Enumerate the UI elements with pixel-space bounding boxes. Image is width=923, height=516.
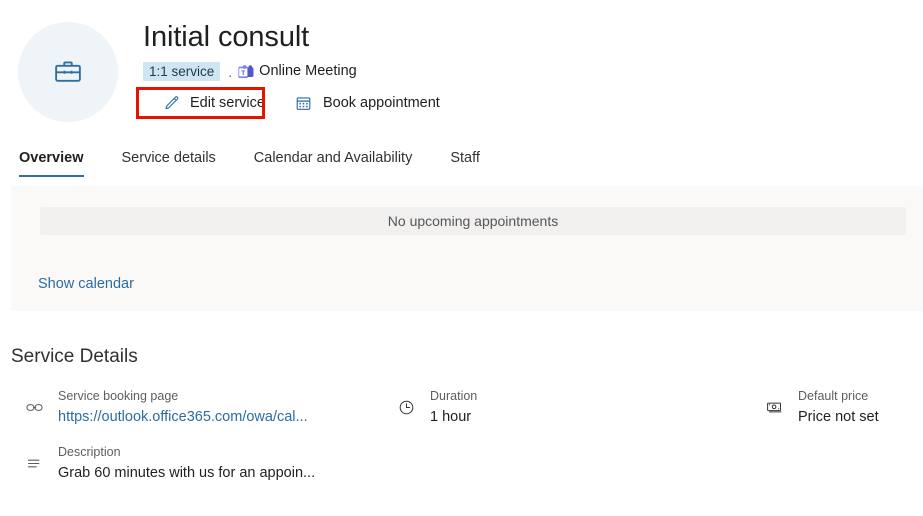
header-actions: Edit service Book appointment <box>143 89 440 117</box>
meta-separator: . <box>228 63 233 80</box>
link-icon <box>22 396 46 418</box>
microsoft-teams-icon: T <box>238 64 254 80</box>
tab-overview-label: Overview <box>19 150 84 166</box>
detail-default-price: Default price Price not set <box>762 388 879 427</box>
svg-text:T: T <box>241 69 245 76</box>
description-value: Grab 60 minutes with us for an appoin... <box>58 465 316 481</box>
tab-staff[interactable]: Staff <box>450 147 480 177</box>
detail-label: Duration <box>430 389 478 403</box>
service-booking-page-link[interactable]: https://outlook.office365.com/owa/cal... <box>58 407 308 427</box>
pencil-icon <box>161 93 181 113</box>
status-badge: 1:1 service <box>143 61 221 81</box>
detail-text: Default price Price not set <box>798 388 879 427</box>
tab-service-details[interactable]: Service details <box>122 147 216 177</box>
edit-service-label: Edit service <box>190 95 265 111</box>
detail-text: Service booking page https://outlook.off… <box>58 388 308 427</box>
detail-label: Default price <box>798 389 869 403</box>
detail-label: Service booking page <box>58 389 179 403</box>
calendar-icon <box>294 93 314 113</box>
detail-text: Duration 1 hour <box>430 388 477 427</box>
tab-calendar-and-availability-label: Calendar and Availability <box>253 150 413 166</box>
money-icon <box>762 396 786 418</box>
clock-icon <box>394 396 418 418</box>
tab-staff-label: Staff <box>450 150 480 166</box>
service-details-heading: Service Details <box>11 346 138 367</box>
book-appointment-label: Book appointment <box>322 95 440 111</box>
detail-label: Description <box>58 445 121 459</box>
book-appointment-button[interactable]: Book appointment <box>294 89 440 117</box>
service-overview-page: Initial consult 1:1 service . T Online M… <box>0 0 923 516</box>
no-appointments-message: No upcoming appointments <box>40 207 906 235</box>
detail-service-booking-page: Service booking page https://outlook.off… <box>22 388 308 427</box>
tab-service-details-label: Service details <box>121 150 216 166</box>
detail-duration: Duration 1 hour <box>394 388 477 427</box>
tab-calendar-and-availability[interactable]: Calendar and Availability <box>254 147 413 177</box>
tab-overview[interactable]: Overview <box>19 147 84 177</box>
briefcase-icon <box>53 57 83 87</box>
service-meta-row: 1:1 service . T Online Meeting <box>143 61 440 81</box>
detail-text: Description Grab 60 minutes with us for … <box>58 444 315 483</box>
page-header: Initial consult 1:1 service . T Online M… <box>0 0 923 140</box>
header-text-block: Initial consult 1:1 service . T Online M… <box>143 19 440 117</box>
edit-service-button[interactable]: Edit service <box>161 89 265 117</box>
page-title: Initial consult <box>143 21 310 53</box>
detail-description: Description Grab 60 minutes with us for … <box>22 444 315 483</box>
description-lines-icon <box>22 452 46 474</box>
show-calendar-link[interactable]: Show calendar <box>38 276 134 292</box>
tab-bar: Overview Service details Calendar and Av… <box>0 147 923 185</box>
duration-value: 1 hour <box>430 409 472 425</box>
avatar <box>18 22 118 122</box>
upcoming-appointments-panel: No upcoming appointments Show calendar <box>11 186 923 311</box>
default-price-value: Price not set <box>798 409 879 425</box>
meeting-type-label: Online Meeting <box>259 62 357 79</box>
